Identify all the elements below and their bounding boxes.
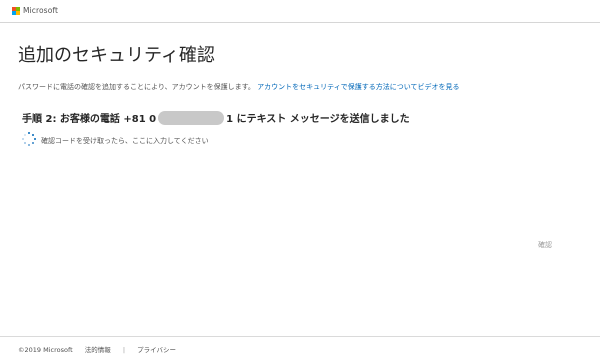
privacy-link[interactable]: プライバシー [137, 346, 176, 354]
redacted-phone-mask [158, 111, 225, 125]
footer: ©2019 Microsoft 法的情報 | プライバシー [0, 336, 600, 359]
code-instruction: 確認コードを受け取ったら、ここに入力してください [41, 137, 209, 145]
loading-spinner-icon [22, 132, 36, 146]
microsoft-logo-icon [12, 7, 20, 15]
verify-button[interactable]: 確認 [538, 240, 552, 250]
description-text: パスワードに電話の確認を追加することにより、アカウントを保護します。 [18, 83, 255, 91]
footer-separator: | [122, 346, 126, 354]
copyright: ©2019 Microsoft [18, 346, 73, 354]
legal-link[interactable]: 法的情報 [85, 346, 111, 354]
step-prefix: 手順 2: お客様の電話 +81 0 [22, 114, 157, 125]
step-message: 手順 2: お客様の電話 +81 01 にテキスト メッセージを送信しました [22, 110, 410, 125]
brand-name: Microsoft [23, 6, 59, 15]
description: パスワードに電話の確認を追加することにより、アカウントを保護します。 アカウント… [18, 82, 460, 92]
top-bar: Microsoft [0, 0, 600, 23]
video-link[interactable]: アカウントをセキュリティで保護する方法についてビデオを見る [257, 83, 459, 91]
step-suffix: にテキスト メッセージを送信しました [233, 114, 410, 125]
page-title: 追加のセキュリティ確認 [18, 45, 215, 66]
